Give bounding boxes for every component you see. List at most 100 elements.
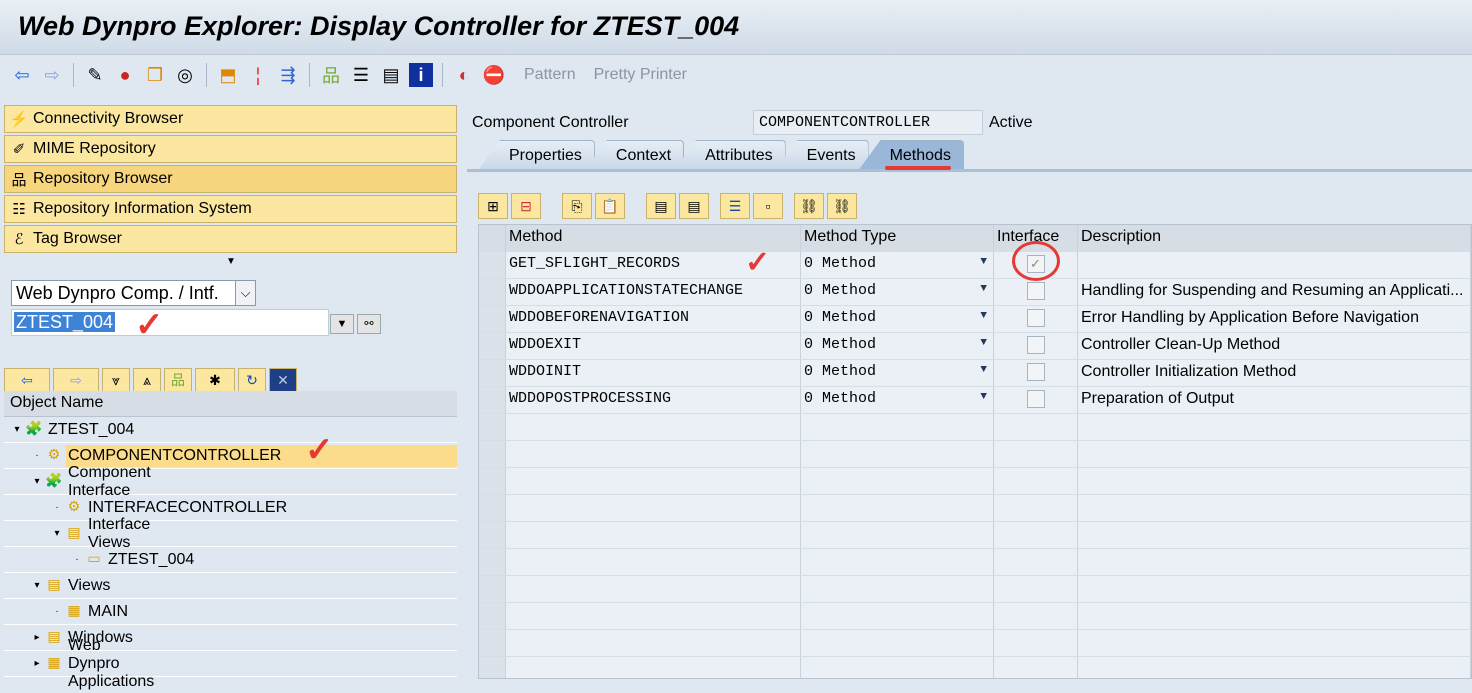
where-used-icon[interactable]: ◎ [173, 63, 197, 87]
table-row[interactable] [479, 522, 1471, 549]
table-row[interactable]: WDDOAPPLICATIONSTATECHANGE 0 Method ▼ Handl… [479, 279, 1471, 306]
dropdown-icon[interactable]: ▼ [980, 310, 987, 322]
method-cell[interactable]: WDDOINIT [506, 360, 801, 386]
expand-all-icon[interactable]: ⩔ [102, 368, 130, 392]
close-tree-icon[interactable]: ✕ [269, 368, 297, 392]
tab-properties[interactable]: Properties [478, 140, 595, 170]
tree-node[interactable]: ▾ 🧩 ZTEST_004 [4, 417, 457, 443]
col-method-type[interactable]: Method Type [801, 225, 994, 251]
object-name-input[interactable]: ZTEST_004 [11, 309, 329, 336]
activate-icon[interactable]: ● [113, 63, 137, 87]
interface-checkbox[interactable] [1026, 336, 1045, 354]
table-row[interactable] [479, 549, 1471, 576]
details-icon[interactable]: ☰ [720, 193, 750, 219]
interface-checkbox[interactable] [1026, 390, 1045, 408]
insert-after-icon[interactable]: ▤ [679, 193, 709, 219]
row-selector[interactable] [479, 603, 506, 629]
hierarchy-up-icon[interactable]: 品 [164, 368, 192, 392]
tab-events[interactable]: Events [775, 140, 869, 170]
table-row[interactable] [479, 468, 1471, 495]
row-selector[interactable] [479, 522, 506, 548]
append-row-icon[interactable]: ▤ [646, 193, 676, 219]
collapse-arrow-icon[interactable]: ▼ [226, 256, 236, 267]
tree-forward-icon[interactable]: ⇨ [53, 368, 99, 392]
method-type-cell[interactable]: 0 Method ▼ [801, 387, 994, 413]
method-type-cell[interactable]: 0 Method ▼ [801, 279, 994, 305]
expander-icon[interactable]: · [50, 606, 64, 617]
table-row[interactable] [479, 441, 1471, 468]
description-cell[interactable]: Preparation of Output [1078, 387, 1471, 413]
method-cell[interactable]: WDDOAPPLICATIONSTATECHANGE [506, 279, 801, 305]
expander-icon[interactable]: · [30, 450, 44, 461]
table-row[interactable]: WDDOBEFORENAVIGATION 0 Method ▼ Error Handl… [479, 306, 1471, 333]
back-icon[interactable]: ⇦ [10, 63, 34, 87]
table-row[interactable]: GET_SFLIGHT_RECORDS 0 Method ▼ ✓ [479, 252, 1471, 279]
expander-icon[interactable]: ▾ [50, 528, 64, 539]
table-row[interactable] [479, 657, 1471, 678]
table-row[interactable]: WDDOEXIT 0 Method ▼ Controller Clean-Up Met… [479, 333, 1471, 360]
tree-node[interactable]: · ▭ ZTEST_004 [4, 547, 457, 573]
table-row[interactable] [479, 414, 1471, 441]
display-glasses-icon[interactable]: ⚯ [357, 314, 381, 334]
expander-icon[interactable]: · [70, 554, 84, 565]
row-selector[interactable] [479, 387, 506, 413]
row-selector[interactable] [479, 657, 506, 678]
select-all-cell[interactable] [479, 225, 506, 251]
tree-node[interactable]: · ▦ MAIN [4, 599, 457, 625]
copy-icon[interactable]: ❐ [143, 63, 167, 87]
description-cell[interactable]: Controller Initialization Method [1078, 360, 1471, 386]
nav-connectivity-browser[interactable]: ⚡ Connectivity Browser [4, 105, 457, 133]
method-type-cell[interactable]: 0 Method ▼ [801, 360, 994, 386]
row-selector[interactable] [479, 333, 506, 359]
description-cell[interactable]: Handling for Suspending and Resuming an … [1078, 279, 1471, 305]
pattern-button[interactable]: Pattern [524, 66, 576, 84]
find-icon[interactable]: ⛓ [794, 193, 824, 219]
dropdown-icon[interactable]: ▼ [980, 256, 987, 268]
row-selector[interactable] [479, 468, 506, 494]
nav-mime-repository[interactable]: ✐ MIME Repository [4, 135, 457, 163]
row-selector[interactable] [479, 495, 506, 521]
tree-node[interactable]: ▾ ▤ Views [4, 573, 457, 599]
pretty-printer-button[interactable]: Pretty Printer [594, 66, 687, 84]
dropdown-button[interactable]: ▼ [330, 314, 354, 334]
nav-tag-browser[interactable]: ℰ Tag Browser [4, 225, 457, 253]
list-icon[interactable]: ▤ [379, 63, 403, 87]
navigate-icon[interactable]: ⇶ [276, 63, 300, 87]
tab-context[interactable]: Context [584, 140, 685, 170]
table-row[interactable] [479, 495, 1471, 522]
delete-row-icon[interactable]: ⊟ [511, 193, 541, 219]
forward-icon[interactable]: ⇨ [40, 63, 64, 87]
dropdown-icon[interactable]: ▼ [980, 364, 987, 376]
stack-icon[interactable]: ☰ [349, 63, 373, 87]
small-square-icon[interactable]: ▫ [753, 193, 783, 219]
stop-user-icon[interactable]: ⛔ [482, 63, 506, 87]
expander-icon[interactable]: ▸ [30, 632, 44, 643]
tree-node[interactable]: ▸ ▦ Web Dynpro Applications [4, 637, 457, 690]
tree-node[interactable]: ▾ ▤ Interface Views [4, 516, 457, 551]
method-type-cell[interactable]: 0 Method ▼ [801, 306, 994, 332]
info-icon[interactable]: i [409, 63, 433, 87]
table-row[interactable]: WDDOINIT 0 Method ▼ Controller Initializati… [479, 360, 1471, 387]
insert-row-icon[interactable]: ⊞ [478, 193, 508, 219]
row-selector[interactable] [479, 630, 506, 656]
interface-checkbox[interactable] [1026, 282, 1045, 300]
expander-icon[interactable]: ▾ [30, 476, 44, 487]
find-next-icon[interactable]: ⛓ [827, 193, 857, 219]
interface-checkbox[interactable] [1026, 363, 1045, 381]
interface-checkbox[interactable] [1026, 309, 1045, 327]
row-selector[interactable] [479, 414, 506, 440]
description-cell[interactable] [1078, 252, 1471, 278]
description-cell[interactable]: Controller Clean-Up Method [1078, 333, 1471, 359]
breakpoint-icon[interactable]: ◐ [452, 63, 476, 87]
expander-icon[interactable]: ▾ [10, 424, 24, 435]
row-selector[interactable] [479, 360, 506, 386]
nav-repository-browser[interactable]: 品 Repository Browser [4, 165, 457, 193]
expander-icon[interactable]: · [50, 502, 64, 513]
controller-name-field[interactable]: COMPONENTCONTROLLER [753, 110, 983, 135]
table-row[interactable]: WDDOPOSTPROCESSING 0 Method ▼ Preparation o… [479, 387, 1471, 414]
table-row[interactable] [479, 576, 1471, 603]
object-type-select[interactable]: Web Dynpro Comp. / Intf. ⌵ [11, 280, 256, 306]
settings-icon[interactable]: ✱ [195, 368, 235, 392]
method-type-cell[interactable]: 0 Method ▼ [801, 252, 994, 278]
row-selector[interactable] [479, 549, 506, 575]
